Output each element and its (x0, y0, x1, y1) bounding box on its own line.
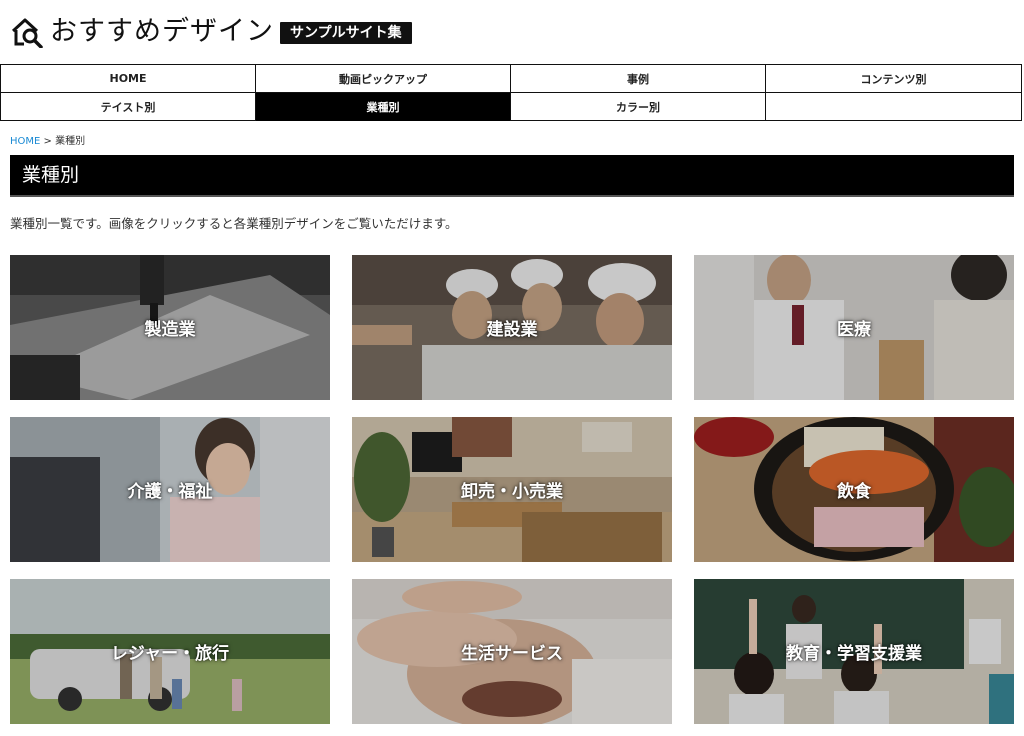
category-label: 医療 (837, 320, 871, 340)
breadcrumb-home-link[interactable]: HOME (10, 136, 40, 147)
category-label: 生活サービス (461, 644, 563, 664)
logo-badge: サンプルサイト集 (280, 22, 412, 44)
house-search-icon (11, 18, 43, 48)
intro-text: 業種別一覧です。画像をクリックすると各業種別デザインをご覧いただけます。 (10, 216, 458, 231)
nav-item-video-pickup[interactable]: 動画ピックアップ (256, 65, 511, 93)
nav-item-cases[interactable]: 事例 (511, 65, 766, 93)
category-label: レジャー・旅行 (110, 644, 230, 664)
category-tile-leisure-travel[interactable]: レジャー・旅行 (10, 579, 330, 724)
nav-item-by-content[interactable]: コンテンツ別 (766, 65, 1021, 93)
category-tile-medical[interactable]: 医療 (694, 255, 1014, 400)
category-tile-manufacturing[interactable]: 製造業 (10, 255, 330, 400)
category-label: 飲食 (837, 482, 871, 502)
breadcrumb-current: 業種別 (55, 136, 86, 147)
nav-item-by-industry[interactable]: 業種別 (256, 93, 511, 121)
category-tile-wholesale-retail[interactable]: 卸売・小売業 (352, 417, 672, 562)
category-label: 教育・学習支援業 (786, 644, 922, 664)
category-label: 建設業 (486, 320, 538, 340)
category-tile-construction[interactable]: 建設業 (352, 255, 672, 400)
global-nav: HOME 動画ピックアップ 事例 コンテンツ別 テイスト別 業種別 カラー別 (0, 64, 1022, 121)
category-label: 介護・福祉 (127, 482, 213, 502)
page-title: 業種別 (10, 155, 1014, 197)
breadcrumb-separator: > (43, 136, 52, 147)
nav-item-empty (766, 93, 1021, 121)
category-tile-lifestyle-services[interactable]: 生活サービス (352, 579, 672, 724)
category-label: 卸売・小売業 (461, 482, 563, 502)
nav-item-by-taste[interactable]: テイスト別 (1, 93, 256, 121)
logo-text: おすすめデザイン (50, 16, 274, 47)
nav-item-home[interactable]: HOME (1, 65, 256, 93)
site-logo[interactable]: おすすめデザイン (10, 16, 274, 48)
category-tile-food-drink[interactable]: 飲食 (694, 417, 1014, 562)
site-header: おすすめデザイン サンプルサイト集 (0, 0, 1024, 64)
nav-item-by-color[interactable]: カラー別 (511, 93, 766, 121)
category-tile-education[interactable]: 教育・学習支援業 (694, 579, 1014, 724)
category-label: 製造業 (144, 320, 196, 340)
category-tile-nursing-care[interactable]: 介護・福祉 (10, 417, 330, 562)
breadcrumb: HOME > 業種別 (10, 132, 85, 147)
